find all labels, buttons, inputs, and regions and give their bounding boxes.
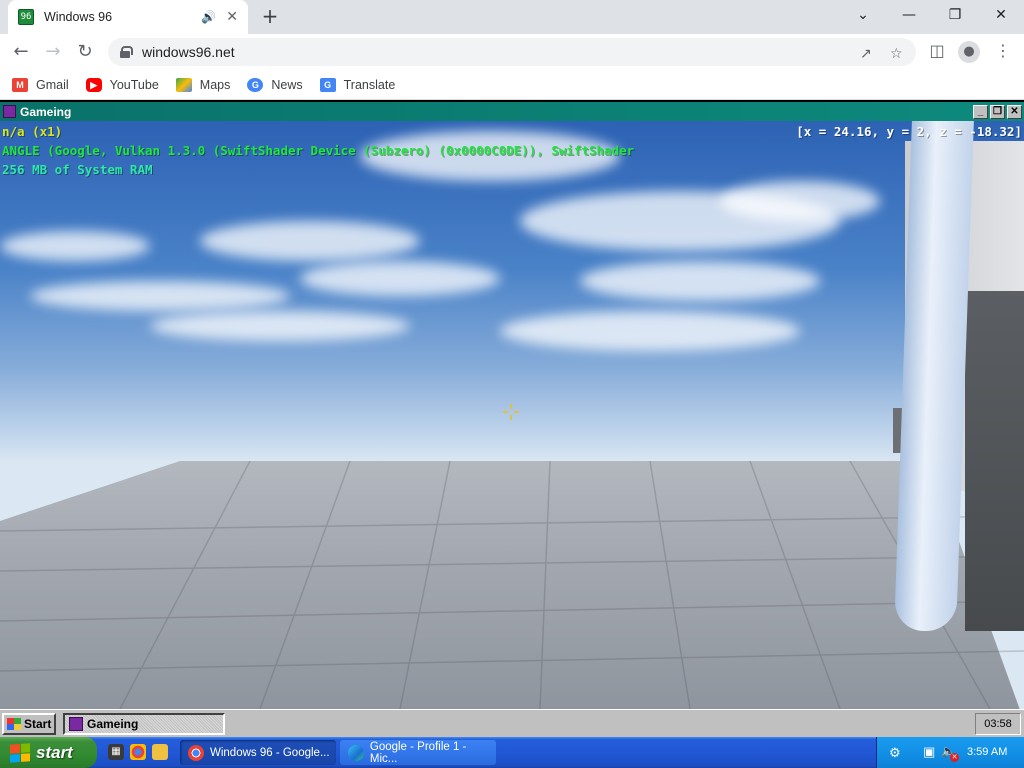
w96-window-titlebar[interactable]: Gameing _ ❐ ✕ bbox=[0, 102, 1024, 121]
windows-logo-icon bbox=[10, 742, 30, 763]
xp-task-chrome[interactable]: Windows 96 - Google... bbox=[180, 740, 336, 765]
concrete-wall bbox=[965, 291, 1024, 631]
minimize-icon[interactable]: — bbox=[886, 0, 932, 30]
edge-icon bbox=[348, 744, 364, 761]
bookmark-gmail[interactable]: M Gmail bbox=[12, 77, 69, 92]
bookmark-label: Maps bbox=[199, 77, 231, 92]
w96-start-label: Start bbox=[24, 717, 52, 731]
xp-task-edge[interactable]: Google - Profile 1 - Mic... bbox=[340, 740, 496, 765]
browser-toolbar: ← → ↻ windows96.net ↗ ☆ ◫ ● ⋮ bbox=[0, 34, 1024, 70]
tab-audio-icon[interactable]: 🔊 bbox=[201, 10, 216, 24]
bookmark-label: News bbox=[271, 77, 303, 92]
restore-icon[interactable]: ❐ bbox=[932, 0, 978, 30]
new-tab-button[interactable]: + bbox=[258, 5, 282, 29]
cloud bbox=[200, 221, 420, 261]
cloud bbox=[150, 311, 410, 341]
chrome-icon bbox=[188, 744, 204, 761]
side-panel-icon[interactable]: ◫ bbox=[926, 41, 948, 60]
bookmark-label: Gmail bbox=[36, 77, 69, 92]
browser-tab[interactable]: 96 Windows 96 🔊 ✕ bbox=[8, 0, 248, 34]
xp-taskbar: start ▦ Windows 96 - Google... Google - … bbox=[0, 737, 1024, 768]
bookmark-label: Translate bbox=[343, 77, 396, 92]
w96-clock: 03:58 bbox=[975, 713, 1021, 735]
game-cube-icon bbox=[69, 717, 83, 731]
warning-badge-icon: ✕ bbox=[950, 753, 959, 762]
tab-close-icon[interactable]: ✕ bbox=[226, 9, 238, 25]
w96-task-label: Gameing bbox=[87, 717, 139, 731]
hud-renderer-text: ANGLE (Google, Vulkan 1.3.0 (SwiftShader… bbox=[2, 143, 635, 158]
cloud bbox=[580, 261, 820, 301]
xp-clock: 3:59 AM bbox=[967, 746, 1008, 758]
maps-icon bbox=[175, 77, 192, 92]
network-icon[interactable]: ▣ bbox=[923, 744, 935, 760]
cloud bbox=[720, 181, 880, 221]
cloud bbox=[30, 281, 290, 311]
profile-avatar-icon[interactable]: ● bbox=[958, 41, 980, 63]
tab-search-icon[interactable]: ⌄ bbox=[840, 0, 886, 30]
windows96-favicon-icon: 96 bbox=[18, 9, 34, 25]
system-tray: ⚙ ▣ 🔈 ✕ 3:59 AM bbox=[876, 737, 1024, 768]
bookmark-star-icon[interactable]: ☆ bbox=[890, 46, 903, 62]
lock-icon[interactable] bbox=[120, 46, 133, 58]
game-cube-icon bbox=[3, 105, 16, 118]
xp-start-button[interactable]: start bbox=[0, 737, 97, 768]
hud-coordinates: [x = 24.16, y = 2, z = -18.32] bbox=[796, 124, 1022, 139]
w96-start-button[interactable]: Start bbox=[2, 713, 56, 735]
bookmark-maps[interactable]: Maps bbox=[175, 77, 231, 92]
w96-task-button-gameing[interactable]: Gameing bbox=[63, 713, 225, 735]
news-icon: G bbox=[247, 77, 264, 92]
crosshair-icon bbox=[503, 404, 519, 420]
back-icon[interactable]: ← bbox=[8, 40, 34, 64]
floor-tiles bbox=[0, 461, 1024, 709]
tab-title: Windows 96 bbox=[44, 10, 113, 24]
bookmark-label: YouTube bbox=[109, 77, 159, 92]
translate-icon: G bbox=[319, 77, 336, 92]
youtube-icon: ▶ bbox=[85, 77, 102, 92]
folder-quicklaunch-icon[interactable] bbox=[152, 744, 168, 760]
forward-icon[interactable]: → bbox=[40, 40, 66, 64]
hud-scale-text: n/a (x1) bbox=[2, 124, 63, 139]
address-bar[interactable]: windows96.net ↗ ☆ bbox=[108, 38, 916, 66]
hud-ram-text: 256 MB of System RAM bbox=[2, 162, 153, 177]
reload-icon[interactable]: ↻ bbox=[72, 40, 98, 64]
bookmark-youtube[interactable]: ▶ YouTube bbox=[85, 77, 159, 92]
game-viewport[interactable]: n/a (x1) ANGLE (Google, Vulkan 1.3.0 (Sw… bbox=[0, 121, 1024, 709]
w96-close-icon[interactable]: ✕ bbox=[1007, 105, 1022, 119]
cloud bbox=[500, 311, 800, 351]
xp-start-label: start bbox=[36, 742, 73, 762]
close-window-icon[interactable]: ✕ bbox=[978, 0, 1024, 30]
w96-maximize-icon[interactable]: ❐ bbox=[990, 105, 1005, 119]
gmail-icon: M bbox=[12, 77, 28, 92]
bookmark-news[interactable]: G News bbox=[247, 77, 303, 92]
chrome-menu-icon[interactable]: ⋮ bbox=[992, 41, 1014, 60]
xp-task-label: Windows 96 - Google... bbox=[210, 746, 330, 759]
cloud bbox=[300, 261, 500, 296]
w96-taskbar: Start Gameing 03:58 bbox=[0, 709, 1024, 737]
bookmarks-bar: M Gmail ▶ YouTube Maps G News G Translat… bbox=[0, 70, 1024, 100]
cloud bbox=[0, 231, 150, 261]
chrome-quicklaunch-icon[interactable] bbox=[130, 744, 146, 760]
w96-start-logo-icon bbox=[7, 718, 21, 730]
w96-window-title: Gameing bbox=[20, 104, 72, 119]
w96-minimize-icon[interactable]: _ bbox=[973, 105, 988, 119]
xp-task-label: Google - Profile 1 - Mic... bbox=[369, 740, 467, 765]
url-text[interactable]: windows96.net bbox=[142, 44, 235, 60]
share-icon[interactable]: ↗ bbox=[860, 46, 872, 62]
network-disconnected-icon[interactable]: ⚙ bbox=[889, 745, 901, 761]
browser-tabstrip: 96 Windows 96 🔊 ✕ + ⌄ — ❐ ✕ bbox=[0, 0, 1024, 34]
show-desktop-icon[interactable]: ▦ bbox=[108, 744, 124, 760]
bookmark-translate[interactable]: G Translate bbox=[319, 77, 396, 92]
